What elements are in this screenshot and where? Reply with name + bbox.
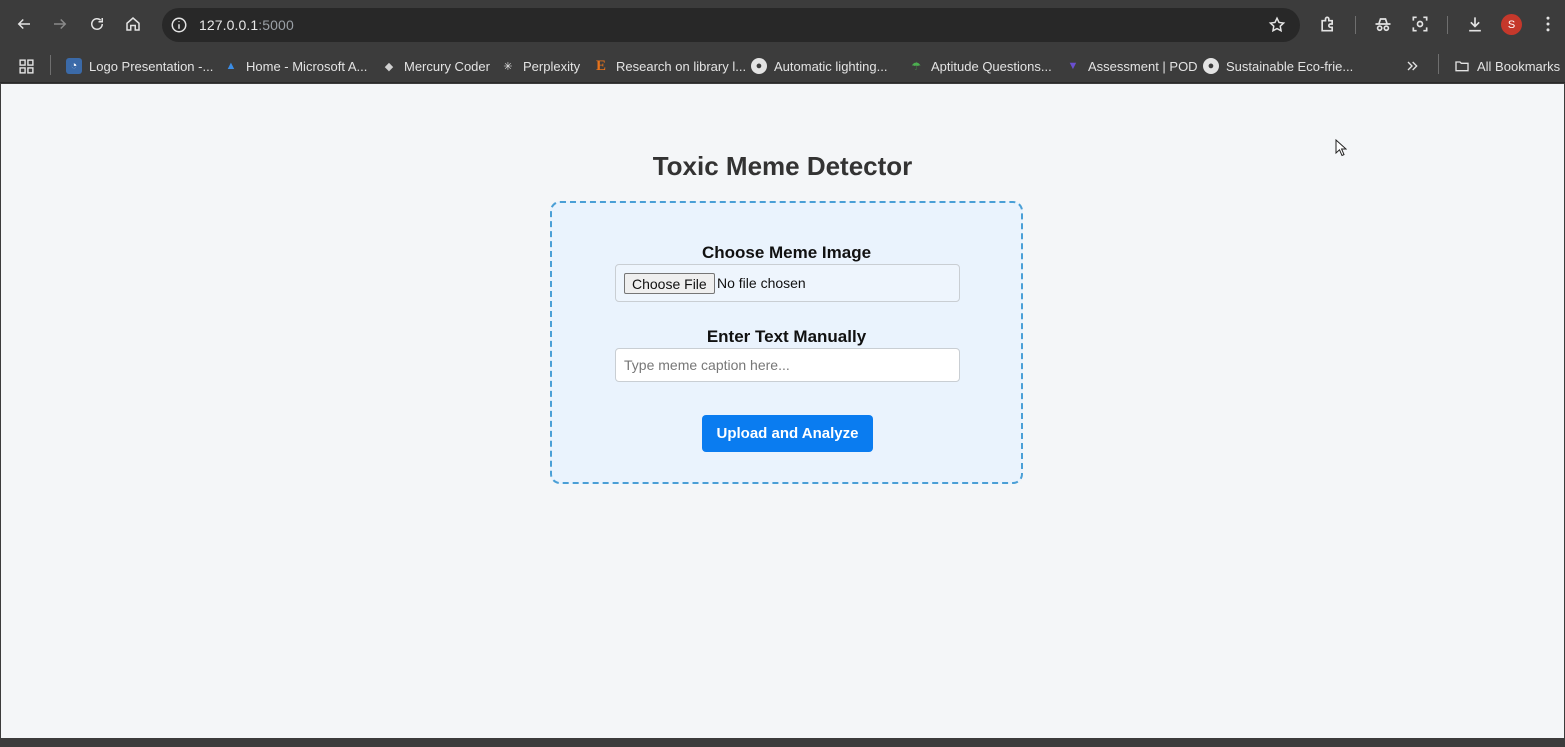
all-bookmarks-folder[interactable]: All Bookmarks [1454, 54, 1560, 78]
window-bottom-edge [0, 738, 1565, 747]
bookmark-label: Sustainable Eco-frie... [1226, 58, 1354, 74]
bookmarks-bar: ◔ Logo Presentation -... ▲ Home - Micros… [0, 48, 1565, 83]
bookmark-item[interactable]: ✳ Perplexity [500, 54, 580, 78]
incognito-icon[interactable] [1373, 14, 1393, 34]
toolbar-divider [1355, 16, 1356, 34]
all-bookmarks-label: All Bookmarks [1477, 58, 1561, 74]
toolbar-divider [1447, 16, 1448, 34]
file-label: Choose Meme Image [701, 243, 872, 262]
bookmark-item[interactable]: ◆ Mercury Coder [381, 54, 490, 78]
bookmark-label: Aptitude Questions... [931, 58, 1052, 74]
download-icon[interactable] [1465, 14, 1485, 34]
screenshot-icon[interactable] [1410, 14, 1430, 34]
bookmark-label: Automatic lighting... [774, 58, 888, 74]
url-text: 127.0.0.1:5000 [199, 17, 294, 33]
mouse-cursor-icon [1335, 139, 1347, 157]
mercury-icon: ◆ [384, 60, 394, 73]
extensions-icon[interactable] [1318, 14, 1338, 34]
upload-form: Choose Meme Image Choose File No file ch… [550, 201, 1023, 484]
url-host: 127.0.0.1 [199, 17, 259, 33]
bookmark-label: Assessment | POD [1088, 58, 1198, 74]
bookmark-item[interactable]: ● Sustainable Eco-frie... [1203, 54, 1353, 78]
home-icon[interactable] [121, 12, 145, 36]
url-port: :5000 [258, 17, 294, 33]
bookmark-item[interactable]: ▲ Home - Microsoft A... [223, 54, 368, 78]
bookmark-item[interactable]: ● Automatic lighting... [751, 54, 887, 78]
bookmarks-apps-divider [50, 55, 51, 75]
globe-icon: ● [751, 58, 767, 74]
file-input[interactable]: Choose File No file chosen [615, 264, 960, 302]
menu-kebab-icon[interactable] [1538, 14, 1558, 34]
forward-icon[interactable] [48, 12, 72, 36]
back-icon[interactable] [12, 12, 36, 36]
bookmark-item[interactable]: ◔ Logo Presentation -... [66, 54, 213, 78]
choose-file-button[interactable]: Choose File [624, 273, 715, 294]
folder-icon [1455, 61, 1469, 72]
reload-icon[interactable] [85, 12, 109, 36]
caption-input[interactable] [615, 348, 960, 382]
bookmark-item[interactable]: ▼ Assessment | POD [1065, 54, 1198, 78]
profile-avatar[interactable]: S [1501, 14, 1522, 35]
umbrella-icon: ☂ [911, 60, 921, 73]
bookmark-label: Mercury Coder [404, 58, 490, 74]
bookmark-label: Perplexity [523, 58, 581, 74]
bookmarks-divider [1438, 54, 1439, 74]
azure-icon: ▲ [225, 60, 237, 72]
apps-grid-icon[interactable] [18, 54, 35, 78]
bookmark-item[interactable]: E Research on library l... [593, 54, 746, 78]
upload-analyze-button[interactable]: Upload and Analyze [702, 415, 873, 452]
site-info-icon[interactable] [170, 16, 188, 34]
address-bar[interactable]: 127.0.0.1:5000 [162, 8, 1300, 42]
bookmark-label: Home - Microsoft A... [246, 58, 368, 74]
bookmark-label: Logo Presentation -... [89, 58, 214, 74]
bookmark-item[interactable]: ☂ Aptitude Questions... [908, 54, 1052, 78]
text-label: Enter Text Manually [706, 327, 867, 346]
file-status-text: No file chosen [717, 275, 806, 291]
page-title: Toxic Meme Detector [652, 151, 913, 181]
bookmark-label: Research on library l... [616, 58, 747, 74]
browser-toolbar: 127.0.0.1:5000 S [0, 0, 1565, 48]
bookmark-star-icon[interactable] [1268, 16, 1286, 34]
page-viewport: Toxic Meme Detector Choose Meme Image Ch… [1, 84, 1564, 738]
e-icon: E [595, 57, 606, 74]
pod-icon: ▼ [1067, 60, 1079, 72]
perplexity-icon: ✳ [503, 60, 513, 73]
more-bookmarks-icon[interactable] [1404, 54, 1420, 78]
globe-icon: ● [1203, 58, 1219, 74]
dashboard-icon: ◔ [66, 58, 82, 74]
